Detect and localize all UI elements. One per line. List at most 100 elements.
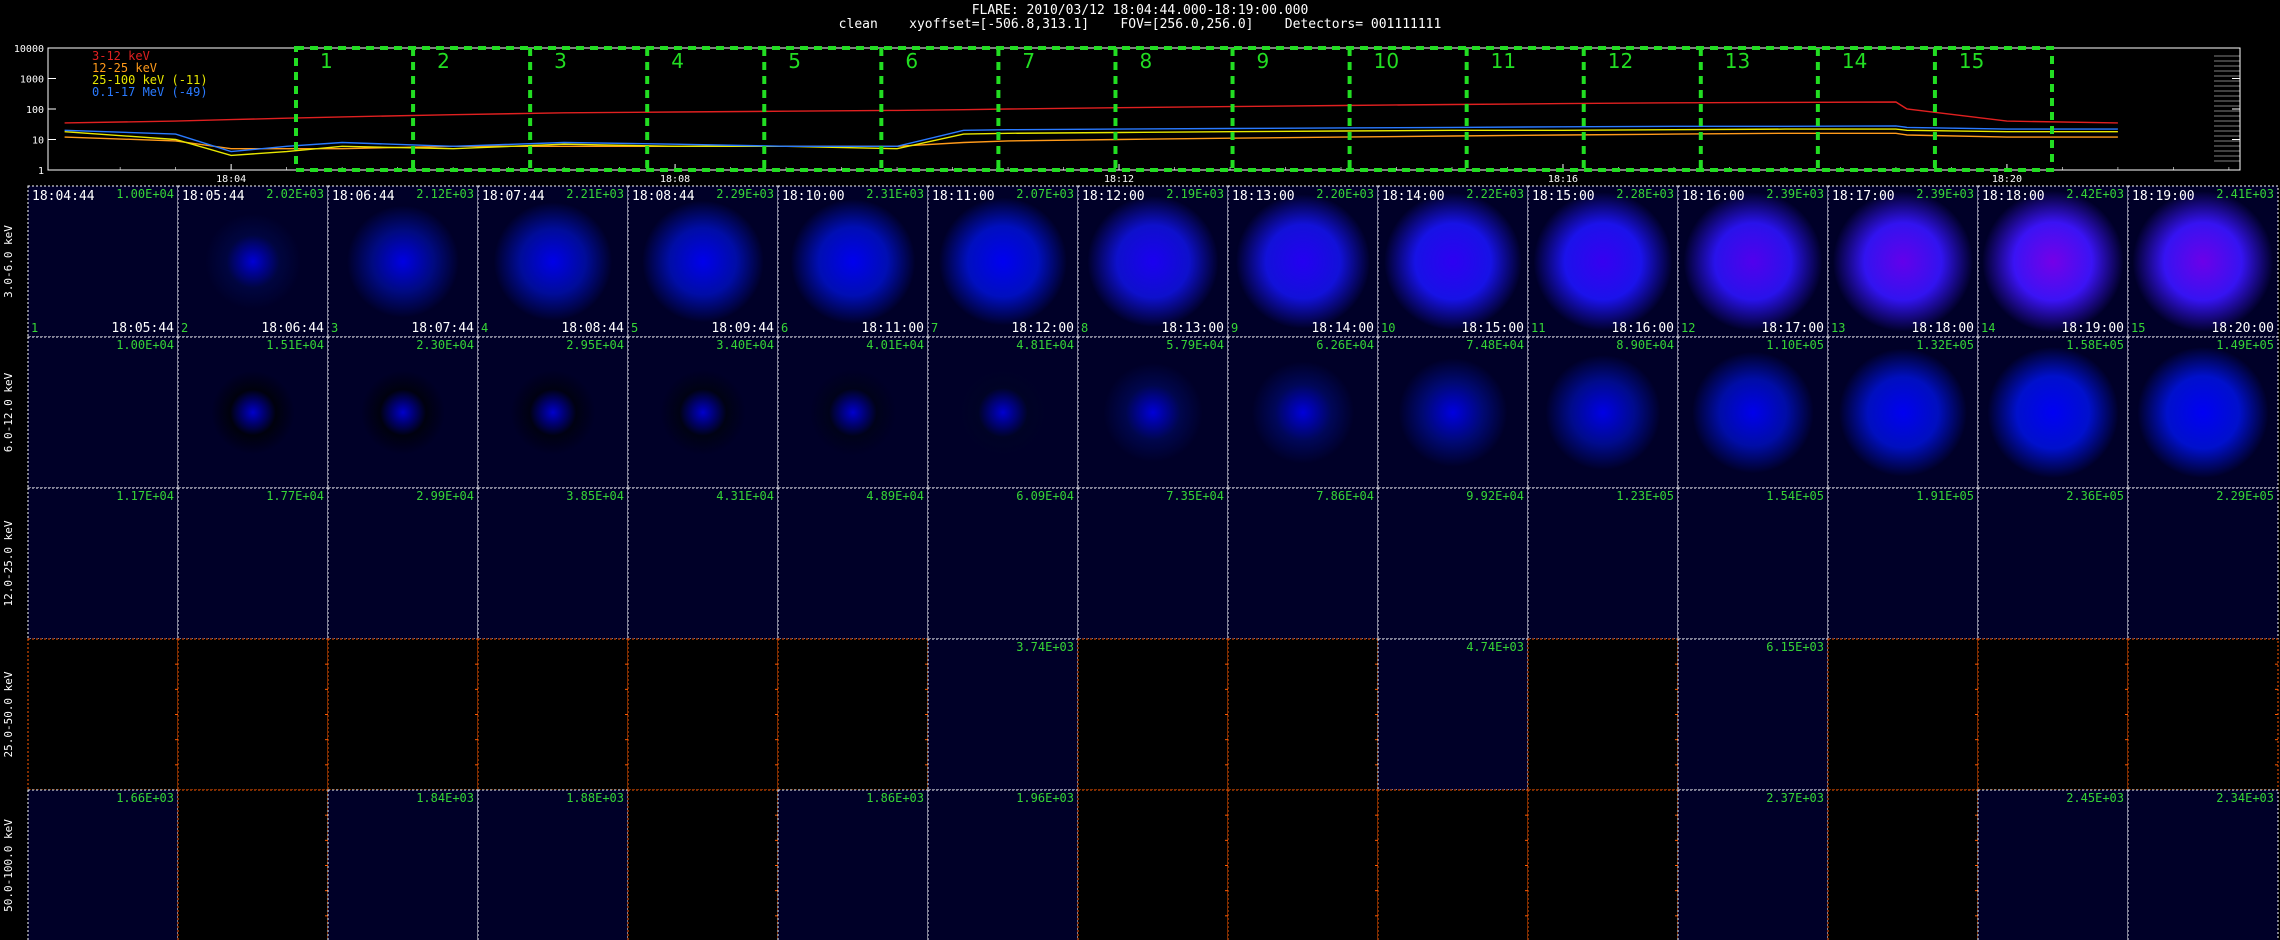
image-panel xyxy=(177,638,329,791)
end-time: 18:16:00 xyxy=(1611,321,1674,336)
start-time: 18:06:44 xyxy=(332,189,395,204)
peak-value: 2.28E+03 xyxy=(1616,187,1674,201)
peak-value: 2.37E+03 xyxy=(1766,791,1824,805)
source-emission xyxy=(1839,348,1967,477)
peak-value: 2.20E+03 xyxy=(1316,187,1374,201)
source-emission xyxy=(1987,346,2119,479)
peak-value: 1.88E+03 xyxy=(566,791,624,805)
image-panel xyxy=(27,789,179,940)
panel-number: 2 xyxy=(181,321,188,335)
source-emission xyxy=(211,370,295,455)
image-panel xyxy=(177,487,329,640)
image-panel xyxy=(777,638,929,791)
peak-value: 1.86E+03 xyxy=(866,791,924,805)
peak-value: 1.66E+03 xyxy=(116,791,174,805)
image-panel xyxy=(177,789,329,940)
peak-value: 2.39E+03 xyxy=(1916,187,1974,201)
image-panel xyxy=(2127,487,2279,640)
end-time: 18:18:00 xyxy=(1911,321,1974,336)
peak-value: 6.09E+04 xyxy=(1016,489,1074,503)
peak-value: 2.07E+03 xyxy=(1016,187,1074,201)
image-panel xyxy=(27,185,179,338)
image-panel xyxy=(777,487,929,640)
peak-value: 4.31E+04 xyxy=(716,489,774,503)
source-emission xyxy=(660,369,746,456)
image-panel xyxy=(1227,487,1379,640)
peak-value: 2.36E+05 xyxy=(2066,489,2124,503)
source-emission xyxy=(361,370,445,455)
peak-value: 4.01E+04 xyxy=(866,338,924,352)
image-panel xyxy=(1377,638,1529,791)
end-time: 18:07:44 xyxy=(411,321,474,336)
start-time: 18:10:00 xyxy=(782,189,845,204)
image-panel xyxy=(1377,487,1529,640)
peak-value: 1.10E+05 xyxy=(1766,338,1824,352)
peak-value: 7.35E+04 xyxy=(1166,489,1224,503)
image-panel xyxy=(327,487,479,640)
image-grid: 3.0-6.0 keV 1.00E+04 18:04:44 18:05:44 1 2.02… xyxy=(2,185,2279,940)
image-panel xyxy=(2127,638,2279,791)
start-time: 18:07:44 xyxy=(482,189,545,204)
start-time: 18:15:00 xyxy=(1532,189,1595,204)
row-label: 3.0-6.0 keV xyxy=(2,225,15,298)
peak-value: 6.26E+04 xyxy=(1316,338,1374,352)
start-time: 18:04:44 xyxy=(32,189,95,204)
peak-value: 1.00E+04 xyxy=(116,338,174,352)
source-emission xyxy=(1235,194,1371,329)
peak-value: 2.42E+03 xyxy=(2066,187,2124,201)
source-emission xyxy=(1087,195,1219,328)
image-panel xyxy=(477,789,629,940)
row-label: 6.0-12.0 keV xyxy=(2,372,15,452)
peak-value: 2.99E+04 xyxy=(416,489,474,503)
source-emission xyxy=(1384,192,1522,331)
source-emission xyxy=(510,370,596,455)
peak-value: 1.77E+04 xyxy=(266,489,324,503)
source-emission xyxy=(1103,362,1203,463)
panel-number: 10 xyxy=(1381,321,1395,335)
end-time: 18:15:00 xyxy=(1461,321,1524,336)
image-panel xyxy=(1977,638,2129,791)
end-time: 18:17:00 xyxy=(1761,321,1824,336)
end-time: 18:08:44 xyxy=(561,321,624,336)
start-time: 18:05:44 xyxy=(182,189,245,204)
source-emission xyxy=(2137,346,2269,479)
peak-value: 2.19E+03 xyxy=(1166,187,1224,201)
peak-value: 2.02E+03 xyxy=(266,187,324,201)
panel-number: 15 xyxy=(2131,321,2145,335)
peak-value: 9.92E+04 xyxy=(1466,489,1524,503)
end-time: 18:05:44 xyxy=(111,321,174,336)
peak-value: 2.34E+03 xyxy=(2216,791,2274,805)
peak-value: 1.84E+03 xyxy=(416,791,474,805)
start-time: 18:19:00 xyxy=(2132,189,2195,204)
peak-value: 2.21E+03 xyxy=(566,187,624,201)
peak-value: 2.12E+03 xyxy=(416,187,474,201)
source-emission xyxy=(1545,354,1661,471)
panel-number: 12 xyxy=(1681,321,1695,335)
image-panel xyxy=(1527,789,1679,940)
image-panel xyxy=(1077,487,1229,640)
start-time: 18:08:44 xyxy=(632,189,695,204)
image-panel xyxy=(1677,789,1829,940)
image-panel xyxy=(1377,789,1529,940)
source-emission xyxy=(493,202,613,321)
peak-value: 3.40E+04 xyxy=(716,338,774,352)
start-time: 18:17:00 xyxy=(1832,189,1895,204)
image-panel xyxy=(27,487,179,640)
peak-value: 3.74E+03 xyxy=(1016,640,1074,654)
panel-number: 1 xyxy=(31,321,38,335)
panel-number: 8 xyxy=(1081,321,1088,335)
peak-value: 4.89E+04 xyxy=(866,489,924,503)
image-panel xyxy=(2127,789,2279,940)
source-emission xyxy=(2132,191,2274,332)
peak-value: 2.41E+03 xyxy=(2216,187,2274,201)
image-panel xyxy=(1227,638,1379,791)
panel-number: 9 xyxy=(1231,321,1238,335)
image-panel xyxy=(327,638,479,791)
image-panel xyxy=(477,638,629,791)
image-panel xyxy=(1077,789,1229,940)
panel-number: 13 xyxy=(1831,321,1845,335)
image-panel xyxy=(1827,789,1979,940)
peak-value: 1.91E+05 xyxy=(1916,489,1974,503)
end-time: 18:06:44 xyxy=(261,321,324,336)
peak-value: 1.58E+05 xyxy=(2066,338,2124,352)
